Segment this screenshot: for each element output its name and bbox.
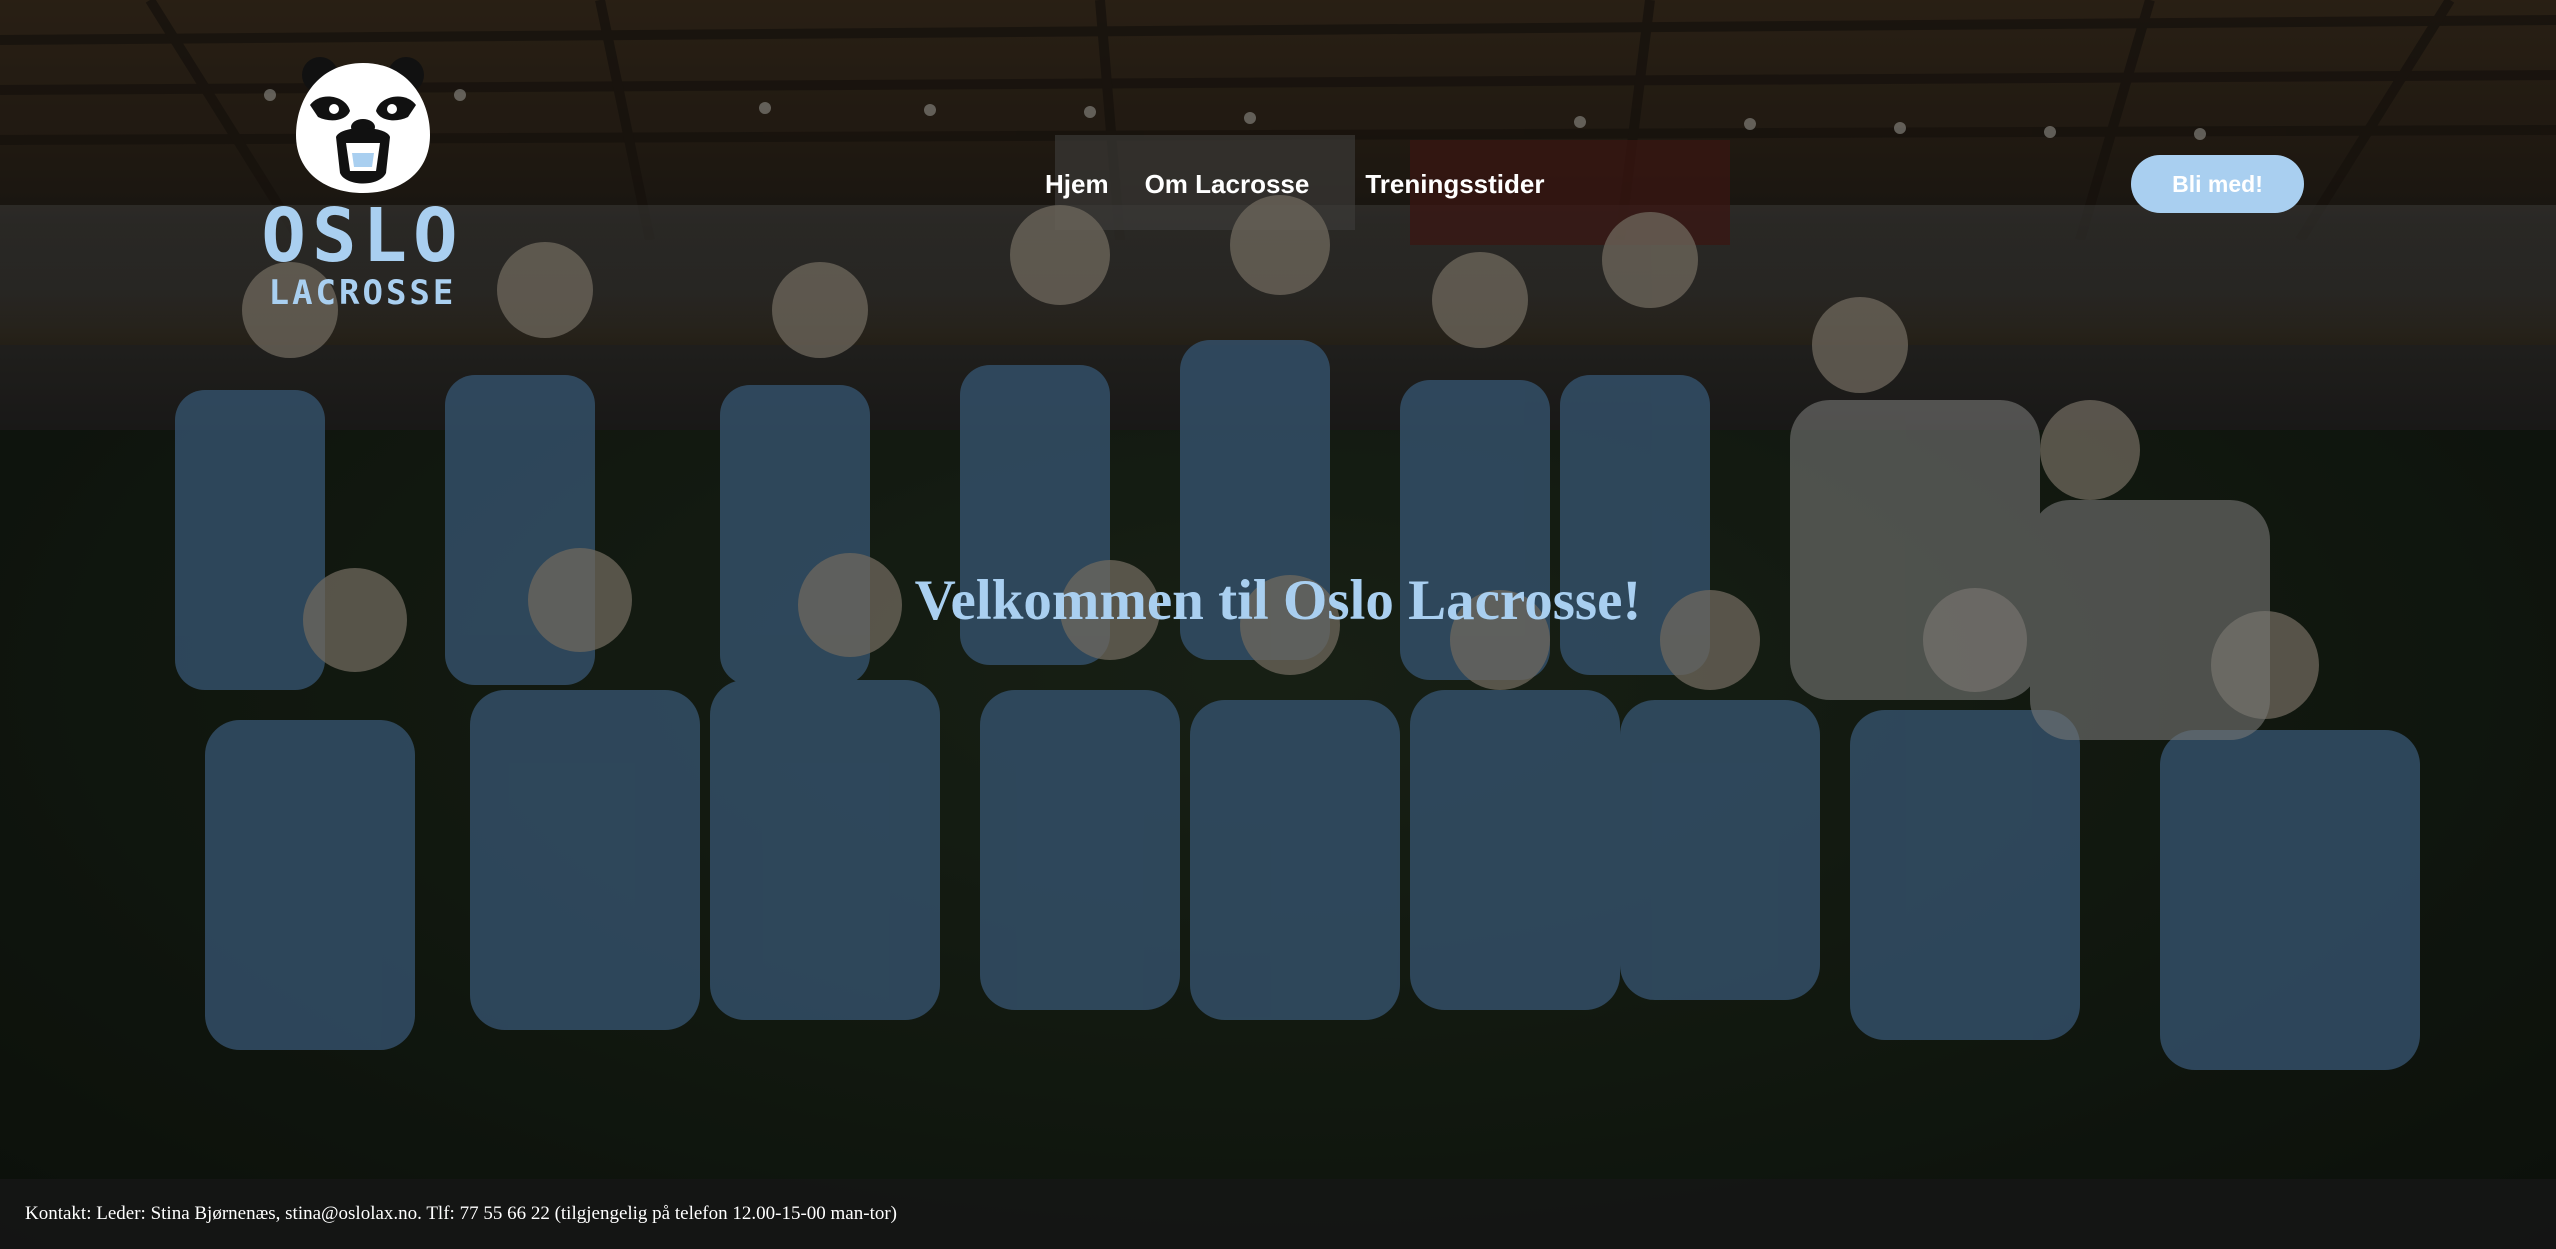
hero-title: Velkommen til Oslo Lacrosse! [914, 569, 1642, 632]
join-button[interactable]: Bli med! [2131, 155, 2304, 213]
main-navigation: Hjem Om Lacrosse Treningsstider [1045, 166, 1544, 202]
footer-contact-text: Kontakt: Leder: Stina Bjørnenæs, stina@o… [25, 1203, 897, 1224]
panda-mascot-icon [295, 57, 430, 193]
site-logo[interactable]: OSLO LACROSSE [255, 55, 470, 320]
logo-text-lacrosse: LACROSSE [268, 273, 457, 313]
logo-text-oslo: OSLO [261, 193, 464, 279]
nav-link-om-lacrosse[interactable]: Om Lacrosse [1145, 169, 1310, 200]
nav-link-treningsstider[interactable]: Treningsstider [1365, 169, 1544, 200]
nav-link-hjem[interactable]: Hjem [1045, 169, 1109, 200]
site-footer: Kontakt: Leder: Stina Bjørnenæs, stina@o… [0, 1179, 2556, 1249]
